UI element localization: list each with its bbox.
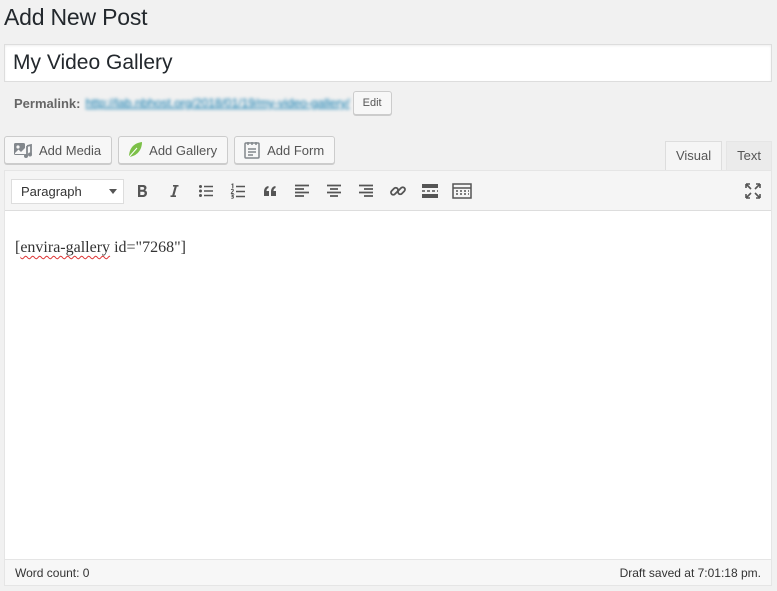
numbered-list-icon[interactable] xyxy=(226,179,250,203)
add-form-button[interactable]: Add Form xyxy=(234,136,336,164)
permalink-link[interactable]: http://lab.nbhost.org/2018/01/19/my-vide… xyxy=(85,96,349,110)
page-title: Add New Post xyxy=(4,4,148,30)
bold-icon[interactable] xyxy=(130,179,154,203)
toolbar-toggle-icon[interactable] xyxy=(450,179,474,203)
format-select-value: Paragraph xyxy=(21,184,82,199)
align-right-icon[interactable] xyxy=(354,179,378,203)
editor-toolbar: Paragraph xyxy=(5,171,771,211)
editor-content[interactable]: [envira-gallery id="7268"] xyxy=(5,211,771,561)
align-center-icon[interactable] xyxy=(322,179,346,203)
format-select[interactable]: Paragraph xyxy=(11,179,124,204)
chevron-down-icon xyxy=(109,189,117,194)
post-title-box[interactable] xyxy=(4,44,772,82)
permalink-label: Permalink: xyxy=(14,95,81,111)
editor-tabs: Visual Text xyxy=(664,141,772,171)
form-icon xyxy=(243,141,261,159)
post-title-input[interactable] xyxy=(5,45,771,81)
shortcode-suffix: id="7268"] xyxy=(110,239,186,256)
editor-statusbar: Word count: 0 Draft saved at 7:01:18 pm. xyxy=(5,559,771,585)
leaf-icon xyxy=(127,141,143,159)
media-icon xyxy=(13,141,33,159)
link-icon[interactable] xyxy=(386,179,410,203)
add-form-label: Add Form xyxy=(267,142,325,158)
add-gallery-label: Add Gallery xyxy=(149,142,218,158)
spellcheck-word: envira-gallery xyxy=(20,239,111,256)
tab-visual[interactable]: Visual xyxy=(664,141,723,171)
add-media-label: Add Media xyxy=(39,142,102,158)
post-editor: Paragraph [envira-gallery id="7268"] Wor… xyxy=(4,170,772,586)
permalink-row: Permalink: http://lab.nbhost.org/2018/01… xyxy=(14,91,392,115)
word-count: Word count: 0 xyxy=(15,565,90,580)
add-media-button[interactable]: Add Media xyxy=(4,136,113,164)
permalink-edit-button[interactable]: Edit xyxy=(352,91,392,115)
media-buttons: Add Media Add Gallery Add Form xyxy=(4,136,336,164)
draft-saved-status: Draft saved at 7:01:18 pm. xyxy=(619,565,761,580)
bulleted-list-icon[interactable] xyxy=(194,179,218,203)
add-gallery-button[interactable]: Add Gallery xyxy=(118,136,229,164)
read-more-icon[interactable] xyxy=(418,179,442,203)
italic-icon[interactable] xyxy=(162,179,186,203)
fullscreen-icon[interactable] xyxy=(741,179,765,203)
blockquote-icon[interactable] xyxy=(258,179,282,203)
tab-text[interactable]: Text xyxy=(726,141,772,170)
align-left-icon[interactable] xyxy=(290,179,314,203)
